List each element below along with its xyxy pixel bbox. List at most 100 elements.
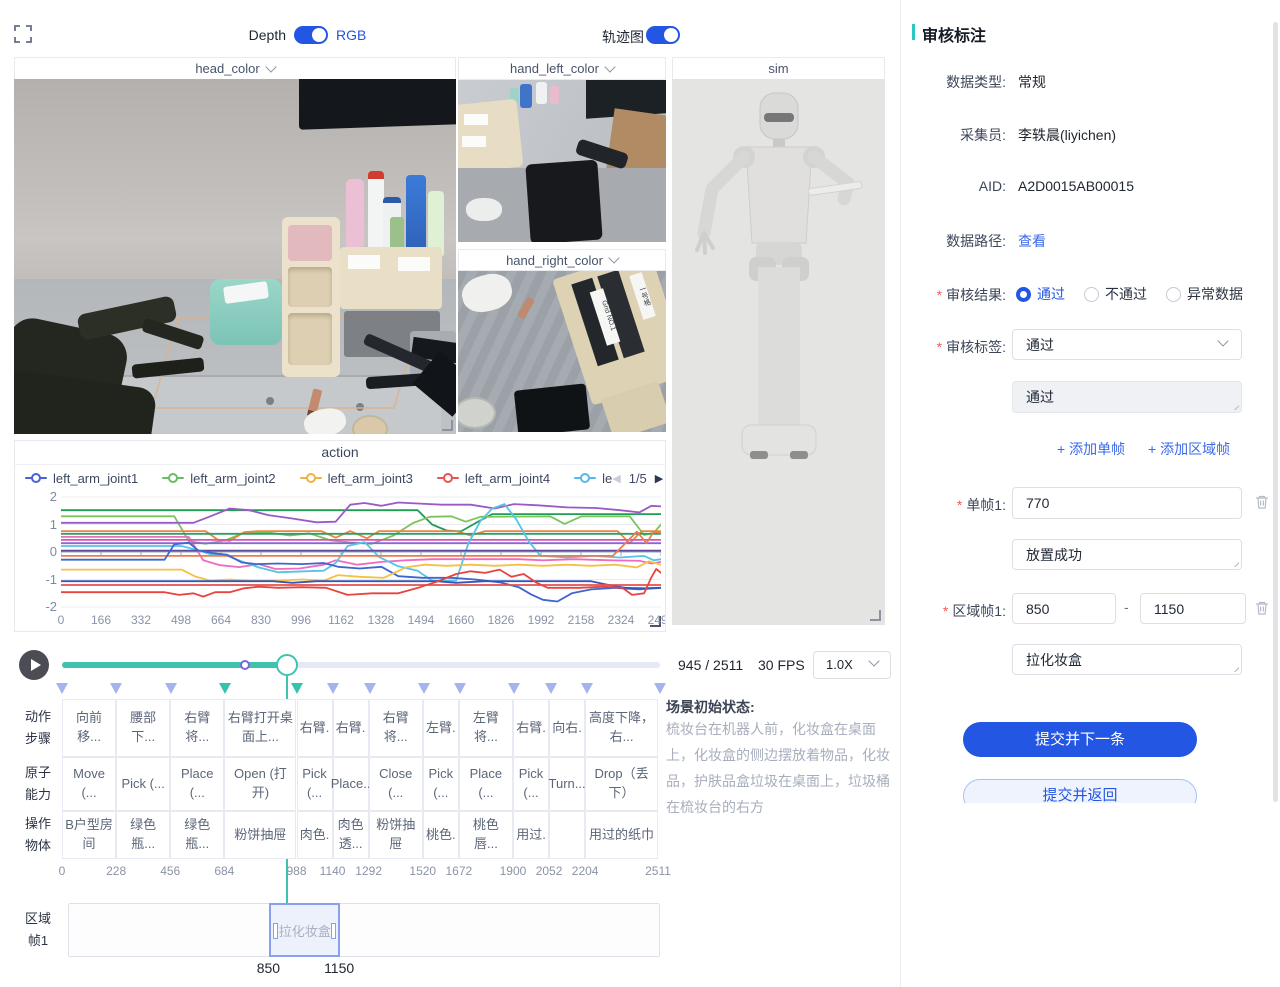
region-segment-label: 拉化妆盒 bbox=[271, 921, 338, 940]
step-cell: B户型房间 bbox=[62, 811, 116, 859]
speed-select[interactable]: 1.0X bbox=[813, 651, 891, 679]
organizer-slot-shape bbox=[288, 267, 332, 307]
hand-right-camera-select[interactable]: hand_right_color bbox=[458, 249, 666, 271]
submit-next-button[interactable]: 提交并下一条 bbox=[963, 722, 1197, 757]
radio-label: 不通过 bbox=[1105, 284, 1147, 304]
radio-selected-icon[interactable] bbox=[1016, 287, 1031, 302]
timeline-axis-label: 0 bbox=[44, 864, 80, 878]
step-marker[interactable] bbox=[581, 683, 593, 694]
action-line-chart bbox=[61, 493, 661, 611]
radio-icon[interactable] bbox=[1166, 287, 1181, 302]
resize-grip-icon[interactable] bbox=[1230, 663, 1239, 672]
delete-single-frame-icon[interactable] bbox=[1254, 494, 1270, 510]
step-marker[interactable] bbox=[654, 683, 666, 694]
resize-corner-icon[interactable] bbox=[442, 420, 453, 431]
timeline-axis-label: 228 bbox=[98, 864, 134, 878]
step-cell: Place (... bbox=[170, 757, 224, 811]
legend-label: left_arm_joint4 bbox=[465, 471, 550, 486]
step-cell: 用过. bbox=[513, 811, 549, 859]
cosmetic-tube-shape bbox=[406, 175, 426, 253]
region-segment[interactable]: 拉化妆盒 bbox=[269, 903, 340, 957]
hand-left-camera-select[interactable]: hand_left_color bbox=[458, 57, 666, 80]
legend-item-left_arm_joint4[interactable]: left_arm_joint4 bbox=[437, 471, 550, 486]
chevron-down-icon bbox=[265, 61, 276, 72]
step-cell: 左臂将... bbox=[459, 699, 513, 757]
fullscreen-icon[interactable] bbox=[14, 25, 32, 43]
y-tick-label: 2 bbox=[29, 489, 57, 504]
region-note-textarea[interactable]: 拉化妆盒 bbox=[1012, 644, 1242, 675]
legend-label: left_arm_joint1 bbox=[53, 471, 138, 486]
legend-item-left_arm_joint1[interactable]: left_arm_joint1 bbox=[25, 471, 138, 486]
step-cell: 右臂. bbox=[297, 699, 333, 757]
head-camera-select[interactable]: head_color bbox=[14, 57, 456, 80]
step-marker[interactable] bbox=[56, 683, 68, 694]
add-single-frame-link[interactable]: + 添加单帧 bbox=[1057, 439, 1125, 459]
single-frame-input[interactable]: 770 bbox=[1012, 487, 1242, 519]
slider-handle[interactable] bbox=[276, 654, 298, 676]
legend-item-le[interactable]: le bbox=[574, 471, 612, 486]
step-marker[interactable] bbox=[364, 683, 376, 694]
required-star: * bbox=[937, 339, 942, 355]
step-marker[interactable] bbox=[327, 683, 339, 694]
step-marker[interactable] bbox=[545, 683, 557, 694]
legend-marker-icon bbox=[162, 473, 184, 483]
required-star: * bbox=[943, 603, 948, 619]
tag-select-value: 通过 bbox=[1026, 335, 1054, 355]
single-frame-note-textarea[interactable]: 放置成功 bbox=[1012, 539, 1242, 570]
submit-back-button[interactable]: 提交并返回 bbox=[963, 779, 1197, 803]
resize-grip-icon[interactable] bbox=[1230, 558, 1239, 567]
data-path-link[interactable]: 查看 bbox=[1018, 231, 1046, 251]
step-cell: 腰部下... bbox=[116, 699, 170, 757]
keyframe-dot[interactable] bbox=[240, 660, 250, 670]
rgb-label: RGB bbox=[336, 27, 366, 43]
step-cell: 右臂将... bbox=[170, 699, 224, 757]
step-marker[interactable] bbox=[165, 683, 177, 694]
radio-label: 异常数据 bbox=[1187, 284, 1243, 304]
radio-option-不通过[interactable]: 不通过 bbox=[1084, 284, 1147, 304]
step-marker[interactable] bbox=[110, 683, 122, 694]
legend-items: left_arm_joint1 left_arm_joint2 left_arm_j… bbox=[25, 471, 612, 486]
x-tick-label: 166 bbox=[83, 613, 119, 627]
sim-view-title: sim bbox=[768, 61, 788, 76]
legend-item-left_arm_joint2[interactable]: left_arm_joint2 bbox=[162, 471, 275, 486]
tag-note-textarea[interactable]: 通过 bbox=[1012, 381, 1242, 413]
legend-item-left_arm_joint3[interactable]: left_arm_joint3 bbox=[300, 471, 413, 486]
radio-option-异常数据[interactable]: 异常数据 bbox=[1166, 284, 1243, 304]
region-row-label: 区域 帧1 bbox=[14, 906, 62, 954]
tag-select[interactable]: 通过 bbox=[1012, 329, 1242, 360]
step-marker[interactable] bbox=[291, 683, 303, 694]
step-marker[interactable] bbox=[418, 683, 430, 694]
radio-icon[interactable] bbox=[1084, 287, 1099, 302]
play-button[interactable] bbox=[19, 650, 49, 680]
region-start-input[interactable]: 850 bbox=[1012, 593, 1116, 624]
step-marker[interactable] bbox=[219, 683, 231, 694]
x-tick-label: 0 bbox=[43, 613, 79, 627]
trajectory-toggle[interactable] bbox=[646, 26, 680, 44]
region-end-input[interactable]: 1150 bbox=[1140, 593, 1246, 624]
result-label: *审核结果: bbox=[880, 285, 1006, 305]
radio-option-通过[interactable]: 通过 bbox=[1016, 284, 1065, 304]
delete-region-frame-icon[interactable] bbox=[1254, 600, 1270, 616]
step-marker[interactable] bbox=[508, 683, 520, 694]
depth-rgb-toggle[interactable] bbox=[294, 26, 328, 44]
add-region-frame-link[interactable]: + 添加区域帧 bbox=[1148, 439, 1230, 459]
region-frame-label: *区域帧1: bbox=[880, 601, 1006, 621]
drawer-shape bbox=[514, 383, 590, 432]
step-cell: 肉色. bbox=[297, 811, 333, 859]
step-marker[interactable] bbox=[454, 683, 466, 694]
single-frame-label: *单帧1: bbox=[880, 495, 1006, 515]
resize-grip-icon[interactable] bbox=[1230, 401, 1239, 410]
timeline-axis-label: 988 bbox=[279, 864, 315, 878]
y-tick-label: -2 bbox=[29, 599, 57, 614]
field-label: 采集员: bbox=[880, 125, 1006, 145]
pager-prev-icon[interactable]: ◀ bbox=[612, 472, 620, 485]
pager-next-icon[interactable]: ▶ bbox=[655, 472, 663, 485]
scrollbar-thumb[interactable] bbox=[1273, 22, 1278, 802]
timeline-axis-label: 456 bbox=[152, 864, 188, 878]
field-value: 李轶晨(liyichen) bbox=[1018, 125, 1116, 145]
field-label: 数据路径: bbox=[880, 231, 1006, 251]
head-camera-title: head_color bbox=[195, 61, 259, 76]
x-tick-label: 1494 bbox=[403, 613, 439, 627]
x-tick-label: 830 bbox=[243, 613, 279, 627]
action-chart-panel: action left_arm_joint1left_arm_joint2lef… bbox=[14, 440, 666, 632]
